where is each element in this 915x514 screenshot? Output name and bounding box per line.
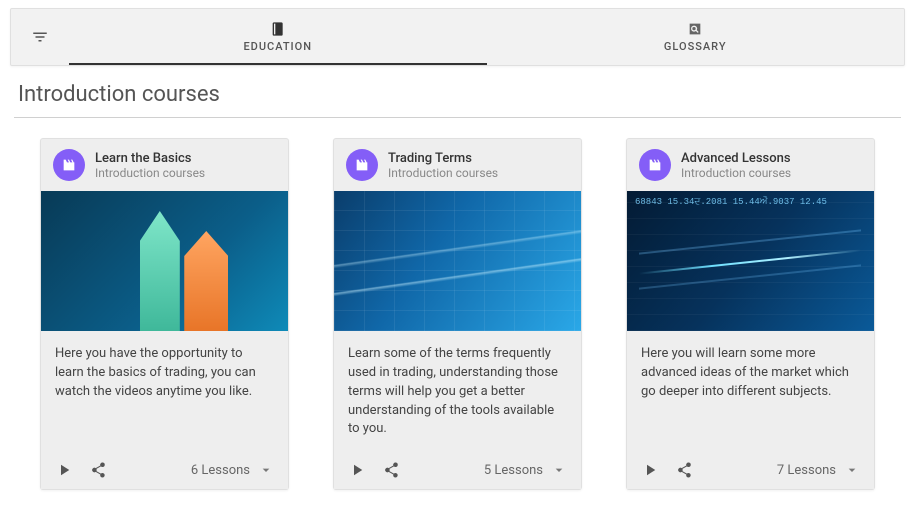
lesson-count-label: 6 Lessons	[191, 463, 250, 478]
tab-education[interactable]: EDUCATION	[69, 9, 487, 65]
chevron-down-icon	[258, 462, 274, 478]
card-title: Learn the Basics	[95, 151, 205, 166]
card-subtitle: Introduction courses	[95, 166, 205, 180]
search-page-icon	[687, 21, 703, 37]
share-button[interactable]	[382, 461, 400, 479]
card-description: Here you have the opportunity to learn t…	[41, 331, 288, 449]
card-image	[41, 191, 288, 331]
lesson-count-label: 5 Lessons	[484, 463, 543, 478]
chevron-down-icon	[551, 462, 567, 478]
card-category-icon	[639, 149, 671, 181]
share-button[interactable]	[675, 461, 693, 479]
card-header: Learn the Basics Introduction courses	[41, 139, 288, 191]
tab-label: EDUCATION	[243, 40, 312, 53]
card-image	[334, 191, 581, 331]
lesson-count-toggle[interactable]: 6 Lessons	[191, 462, 274, 478]
play-button[interactable]	[55, 461, 73, 479]
card-category-icon	[346, 149, 378, 181]
topbar: EDUCATION GLOSSARY	[10, 8, 905, 66]
book-icon	[270, 21, 286, 37]
divider	[14, 117, 901, 118]
play-button[interactable]	[348, 461, 366, 479]
card-footer: 7 Lessons	[627, 449, 874, 489]
filter-icon	[31, 28, 49, 46]
card-footer: 5 Lessons	[334, 449, 581, 489]
card-description: Here you will learn some more advanced i…	[627, 331, 874, 449]
course-card[interactable]: Advanced Lessons Introduction courses He…	[626, 138, 875, 490]
movie-icon	[647, 157, 663, 173]
share-icon	[675, 461, 693, 479]
page-title: Introduction courses	[0, 66, 915, 117]
card-title: Trading Terms	[388, 151, 498, 166]
lesson-count-toggle[interactable]: 5 Lessons	[484, 462, 567, 478]
movie-icon	[61, 157, 77, 173]
card-header: Advanced Lessons Introduction courses	[627, 139, 874, 191]
play-icon	[641, 461, 659, 479]
tabs: EDUCATION GLOSSARY	[69, 9, 904, 65]
card-subtitle: Introduction courses	[681, 166, 791, 180]
lesson-count-toggle[interactable]: 7 Lessons	[777, 462, 860, 478]
course-card[interactable]: Trading Terms Introduction courses Learn…	[333, 138, 582, 490]
play-button[interactable]	[641, 461, 659, 479]
share-icon	[89, 461, 107, 479]
course-card[interactable]: Learn the Basics Introduction courses He…	[40, 138, 289, 490]
play-icon	[348, 461, 366, 479]
card-footer: 6 Lessons	[41, 449, 288, 489]
movie-icon	[354, 157, 370, 173]
card-title: Advanced Lessons	[681, 151, 791, 166]
tab-glossary[interactable]: GLOSSARY	[487, 9, 905, 65]
card-description: Learn some of the terms frequently used …	[334, 331, 581, 449]
play-icon	[55, 461, 73, 479]
card-subtitle: Introduction courses	[388, 166, 498, 180]
share-button[interactable]	[89, 461, 107, 479]
share-icon	[382, 461, 400, 479]
lesson-count-label: 7 Lessons	[777, 463, 836, 478]
card-image	[627, 191, 874, 331]
card-header: Trading Terms Introduction courses	[334, 139, 581, 191]
chevron-down-icon	[844, 462, 860, 478]
card-category-icon	[53, 149, 85, 181]
cards-row: Learn the Basics Introduction courses He…	[0, 138, 915, 490]
tab-label: GLOSSARY	[664, 40, 727, 53]
filter-button[interactable]	[11, 9, 69, 65]
